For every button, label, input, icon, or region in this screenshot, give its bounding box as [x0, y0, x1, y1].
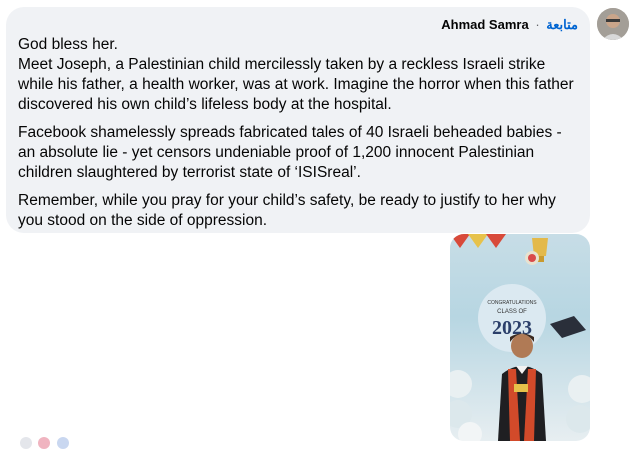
comment-body: God bless her. Meet Joseph, a Palestinia… [18, 35, 578, 239]
comment-paragraph: Remember, while you pray for your child’… [18, 192, 556, 229]
author-name[interactable]: Ahmad Samra [441, 17, 528, 32]
reaction-icons[interactable] [20, 436, 110, 449]
comment-paragraph: God bless her. Meet Joseph, a Palestinia… [18, 36, 574, 113]
avatar-image [597, 8, 629, 40]
graduation-photo-illustration: CONGRATULATIONS CLASS OF 2023 [450, 234, 590, 441]
comment-paragraph: Facebook shamelessly spreads fabricated … [18, 124, 562, 181]
author-avatar[interactable] [597, 8, 629, 40]
banner-line2: CLASS OF [497, 309, 527, 315]
attached-photo[interactable]: CONGRATULATIONS CLASS OF 2023 [450, 234, 590, 441]
sad-icon [56, 437, 69, 449]
comment-header: Ahmad Samra · متابعة [441, 17, 578, 33]
follow-button[interactable]: متابعة [546, 17, 578, 32]
banner-line1: CONGRATULATIONS [487, 300, 537, 306]
like-icon [20, 437, 32, 449]
love-icon [38, 437, 51, 449]
comment-bubble: Ahmad Samra · متابعة God bless her. Meet… [6, 7, 590, 233]
separator-dot: · [535, 17, 540, 32]
